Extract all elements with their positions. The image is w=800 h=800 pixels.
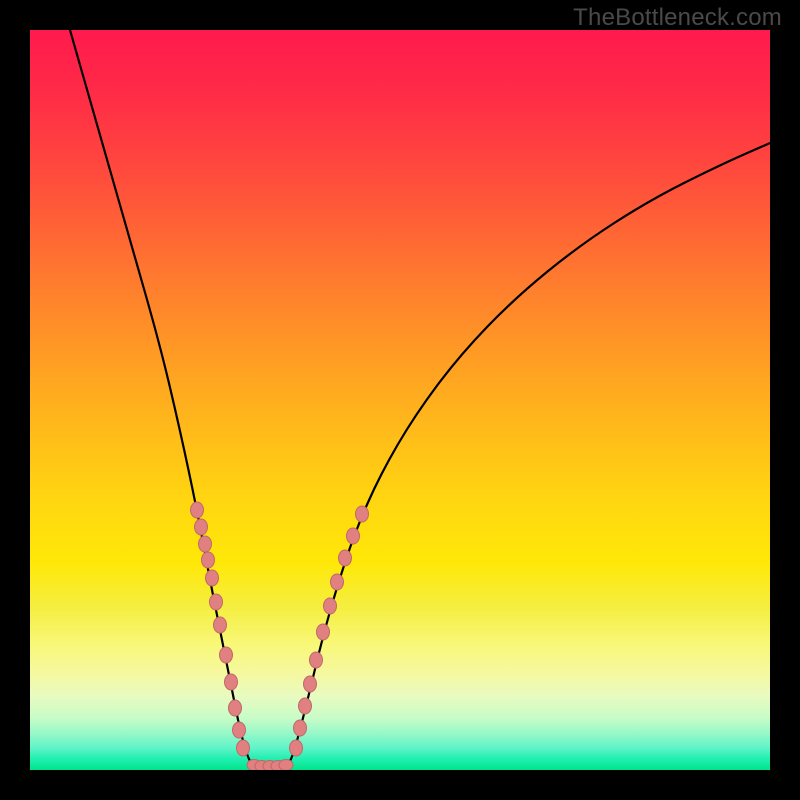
- bead-marker: [199, 536, 212, 552]
- bottleneck-curve: [30, 30, 770, 770]
- bead-marker: [304, 676, 317, 692]
- watermark-text: TheBottleneck.com: [573, 4, 782, 32]
- bead-marker: [233, 722, 246, 738]
- right-beads-group: [290, 506, 369, 756]
- left-beads-group: [191, 502, 250, 756]
- bead-marker: [220, 647, 233, 663]
- plot-area: [30, 30, 770, 770]
- bead-marker: [356, 506, 369, 522]
- bottom-beads-group: [247, 760, 293, 771]
- bead-marker: [225, 674, 238, 690]
- bead-marker: [237, 740, 250, 756]
- bead-marker: [206, 570, 219, 586]
- bead-marker: [229, 700, 242, 716]
- bead-marker: [299, 698, 312, 714]
- bead-marker: [290, 740, 303, 756]
- bead-marker: [191, 502, 204, 518]
- bead-marker: [331, 574, 344, 590]
- chart-frame: TheBottleneck.com: [0, 0, 800, 800]
- bead-marker: [279, 760, 293, 771]
- bead-marker: [339, 550, 352, 566]
- bead-marker: [210, 594, 223, 610]
- bead-marker: [317, 624, 330, 640]
- bead-marker: [347, 528, 360, 544]
- bead-marker: [294, 720, 307, 736]
- right-curve-path: [288, 143, 770, 765]
- bead-marker: [195, 519, 208, 535]
- bead-marker: [324, 598, 337, 614]
- bead-marker: [310, 652, 323, 668]
- bead-marker: [202, 552, 215, 568]
- bead-marker: [214, 617, 227, 633]
